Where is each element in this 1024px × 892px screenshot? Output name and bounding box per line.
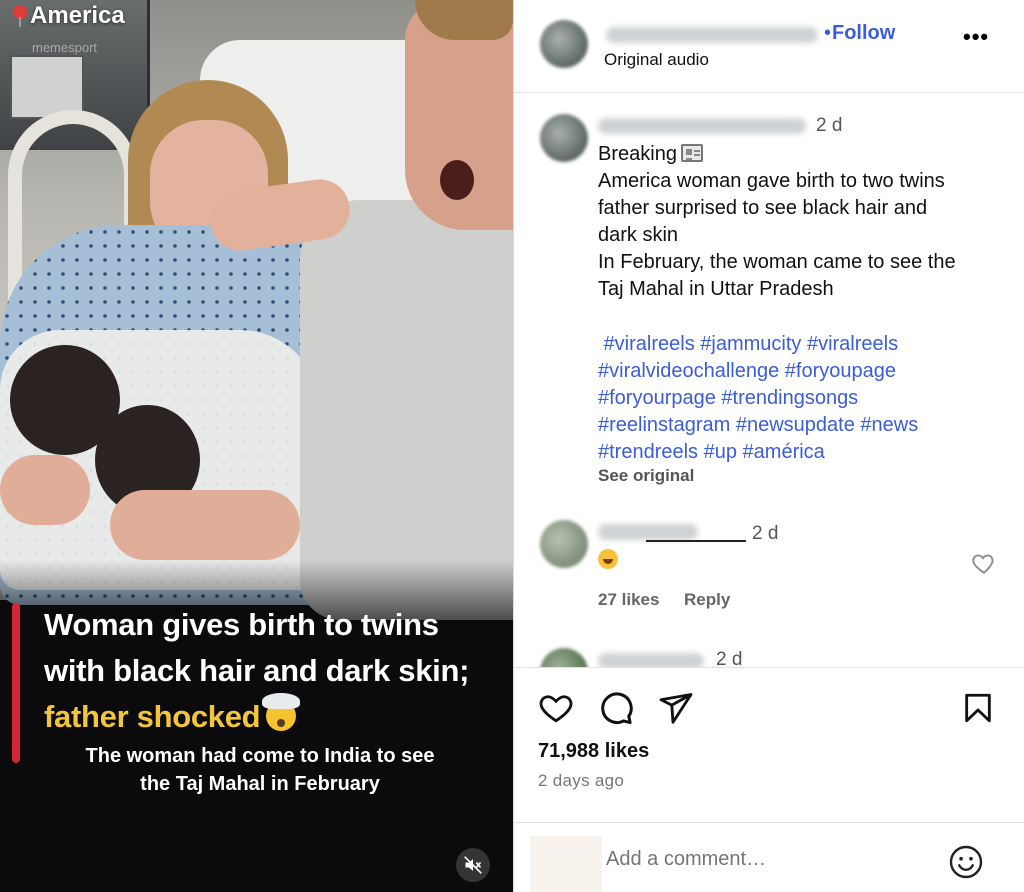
comment-2-timestamp[interactable]: 2 d xyxy=(716,649,742,667)
share-button[interactable] xyxy=(656,688,696,728)
hashtag-line-1[interactable]: #viralreels #jammucity #viralreels xyxy=(598,331,1008,358)
comment-input-divider xyxy=(514,822,1024,823)
commenter-2-avatar[interactable] xyxy=(540,648,588,667)
caption-line-2: America woman gave birth to two twins xyxy=(598,170,945,192)
header-divider xyxy=(514,92,1024,93)
follow-button[interactable]: Follow xyxy=(832,22,895,45)
comment-bubble-icon xyxy=(601,692,633,725)
location-text: America xyxy=(30,2,125,29)
hashtag-line-3[interactable]: #foryourpage #trendingsongs xyxy=(598,385,1008,412)
caption-line-6: Taj Mahal in Uttar Pradesh xyxy=(598,278,834,300)
hashtag-line-4[interactable]: #reelinstagram #newsupdate #news xyxy=(598,412,1008,439)
comment-button[interactable] xyxy=(596,688,636,728)
caption-line-3: father surprised to see black hair and xyxy=(598,197,928,219)
comment-like-heart-icon[interactable] xyxy=(971,550,997,576)
original-audio-link[interactable]: Original audio xyxy=(604,50,709,70)
post-action-bar xyxy=(514,688,1024,732)
commenter-2-username-blurred[interactable] xyxy=(598,653,704,667)
mute-toggle-button[interactable] xyxy=(456,848,490,882)
headline-line-1: Woman gives birth to twins xyxy=(44,607,439,642)
subtitle-line-1: The woman had come to India to see xyxy=(85,745,435,767)
location-pin-icon xyxy=(12,5,28,27)
laughing-emoji-icon xyxy=(598,549,618,569)
bookmark-icon xyxy=(965,693,991,723)
commenter-username-blurred[interactable] xyxy=(598,524,698,540)
comment-like-count[interactable]: 27 likes xyxy=(598,590,659,610)
video-location-label: America xyxy=(12,2,125,30)
like-button[interactable] xyxy=(536,688,576,728)
video-headline: Woman gives birth to twins with black ha… xyxy=(44,602,504,740)
header-separator-dot: • xyxy=(824,22,832,44)
comment-row-partial: 2 d xyxy=(514,640,1024,667)
hashtag-line-2[interactable]: #viralvideochallenge #foryoupage xyxy=(598,358,1008,385)
video-watermark: memesport xyxy=(32,40,98,55)
save-button[interactable] xyxy=(958,688,998,728)
current-user-avatar-placeholder xyxy=(530,836,602,892)
exploding-head-emoji-icon xyxy=(262,693,301,731)
post-caption: Breaking America woman gave birth to two… xyxy=(598,141,1008,303)
caption-author-avatar[interactable] xyxy=(540,114,588,162)
comment-reply-button[interactable]: Reply xyxy=(684,590,730,610)
hashtag-line-5[interactable]: #trendreels #up #américa xyxy=(598,439,1008,466)
comment-timestamp[interactable]: 2 d xyxy=(752,523,778,545)
smiley-icon[interactable] xyxy=(948,844,984,880)
commenter-username-underline xyxy=(646,540,746,542)
caption-line-5: In February, the woman came to see the xyxy=(598,251,956,273)
commenter-avatar[interactable] xyxy=(540,520,588,568)
caption-author-username-blurred[interactable] xyxy=(598,118,806,134)
post-like-count[interactable]: 71,988 likes xyxy=(538,740,649,763)
paper-plane-icon xyxy=(659,693,693,724)
more-options-icon[interactable]: ••• xyxy=(963,26,989,48)
headline-line-3: father shocked xyxy=(44,699,261,734)
post-panel: • Follow Original audio ••• 2 d Breaking… xyxy=(514,0,1024,892)
caption-line-1: Breaking xyxy=(598,143,677,165)
caption-hashtags: #viralreels #jammucity #viralreels #vira… xyxy=(598,331,1008,466)
author-username-blurred[interactable] xyxy=(606,27,818,43)
reel-video[interactable]: America memesport Woman gives birth to t… xyxy=(0,0,513,892)
author-avatar[interactable] xyxy=(540,20,588,68)
headline-line-2: with black hair and dark skin; xyxy=(44,653,470,688)
subtitle-line-2: the Taj Mahal in February xyxy=(140,773,380,795)
speaker-muted-icon xyxy=(464,856,482,874)
video-subtitle: The woman had come to India to see the T… xyxy=(60,742,460,798)
see-original-link[interactable]: See original xyxy=(598,466,694,486)
post-timestamp[interactable]: 2 days ago xyxy=(538,771,624,791)
actions-divider xyxy=(514,667,1024,668)
add-comment-input[interactable] xyxy=(606,848,926,871)
headline-accent-bar xyxy=(12,603,20,763)
caption-timestamp[interactable]: 2 d xyxy=(816,115,842,137)
newspaper-emoji-icon xyxy=(680,144,703,162)
caption-line-4: dark skin xyxy=(598,224,679,246)
heart-icon xyxy=(539,695,573,723)
